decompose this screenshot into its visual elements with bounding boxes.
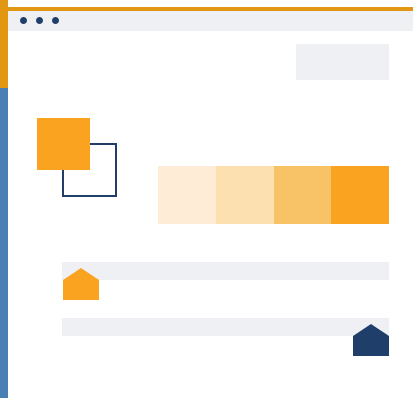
filled-square-shape [37,118,90,170]
app-window [8,7,413,398]
color-swatch-row [158,166,389,224]
orange-thumb-icon [63,268,99,300]
slider-track-bottom[interactable] [62,318,389,336]
window-dot-icon[interactable] [52,17,59,24]
swatch-3[interactable] [273,166,332,224]
left-background-accent [0,0,8,88]
navy-thumb-icon [353,324,389,356]
window-dot-icon[interactable] [20,17,27,24]
slider-thumb-top[interactable] [63,268,99,300]
window-titlebar [8,11,413,31]
window-dot-icon[interactable] [36,17,43,24]
slider-thumb-bottom[interactable] [353,324,389,356]
swatch-4[interactable] [331,166,389,224]
illustration-canvas [0,0,413,398]
swatch-1[interactable] [158,166,216,224]
swatch-2[interactable] [215,166,274,224]
top-right-placeholder [296,44,389,80]
slider-track-top[interactable] [62,262,389,280]
